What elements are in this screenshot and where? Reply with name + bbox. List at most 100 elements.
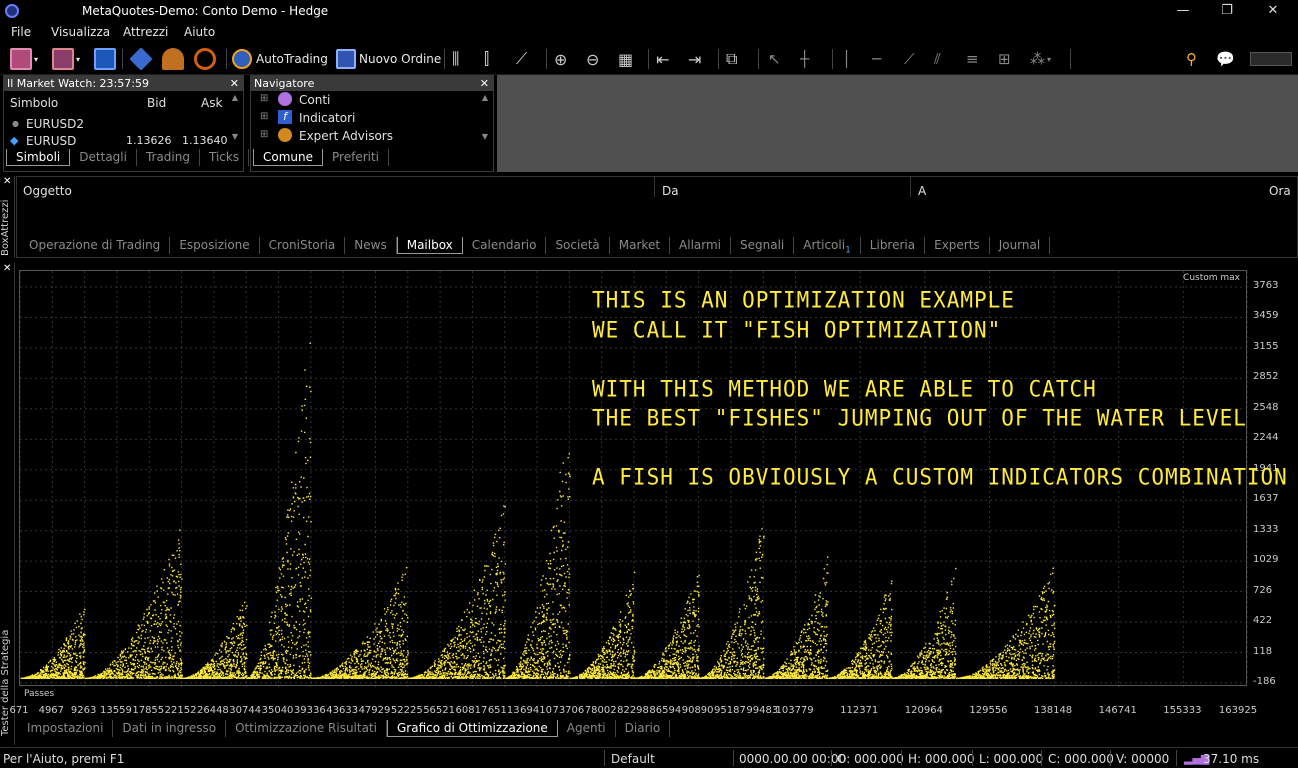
col-symbol[interactable]: Simbolo [10,96,58,110]
x-tick-label: 671 [9,705,29,716]
x-tick-label: 95187 [714,705,746,716]
line-chart-button[interactable]: ⟋ [516,48,527,70]
close-market-watch-icon[interactable]: ✕ [230,76,239,91]
y-tick-label: -186 [1253,676,1276,687]
zoom-in-button[interactable]: ⊕ [554,48,567,70]
close-window-button[interactable]: ✕ [1262,2,1284,20]
col-da[interactable]: Da [662,184,679,198]
templates-button[interactable]: ⧉ [726,48,737,70]
bar-chart-button[interactable]: ⫼ [452,48,459,70]
table-row[interactable]: ● EURUSD2 [4,115,243,134]
tab-segnali[interactable]: Segnali [731,237,795,254]
tab-experts[interactable]: Experts [925,237,990,254]
market-watch-scrollbar[interactable]: ▲ ▼ [230,93,240,149]
tab-calendario[interactable]: Calendario [463,237,547,254]
metaeditor-button[interactable] [129,47,153,71]
x-tick-label: 78002 [584,705,617,716]
col-ask[interactable]: Ask [201,96,222,110]
close-navigator-icon[interactable]: ✕ [480,76,489,91]
fibonacci-button[interactable]: ≡ [966,48,979,70]
signals-button[interactable] [194,48,216,70]
tester-button[interactable] [162,48,184,70]
channel-button[interactable]: ⫽ [934,48,941,70]
candlestick-button[interactable]: ⫿ [484,48,489,70]
market-button[interactable] [94,48,116,70]
restore-button[interactable]: ❐ [1216,2,1238,20]
tab-articoli[interactable]: Articoli1 [794,237,861,255]
indicators-icon: f [278,110,292,124]
y-tick-label: 2244 [1253,432,1279,444]
expand-icon[interactable]: ⊞ [260,111,268,122]
tab-libreria[interactable]: Libreria [861,237,926,254]
tab-impostazioni[interactable]: Impostazioni [18,720,114,737]
col-oggetto[interactable]: Oggetto [23,184,72,198]
navigator-item-experts[interactable]: ⊞ Expert Advisors [251,127,493,145]
trendline-icon: ⟋ [904,50,915,68]
tab-trading[interactable]: Trading [137,149,200,166]
tab-news[interactable]: News [345,237,397,254]
col-a[interactable]: A [918,184,926,198]
navigator-item-indicatori[interactable]: ⊞ f Indicatori [251,109,493,127]
menu-attrezzi[interactable]: Attrezzi [123,25,168,39]
tab-agenti[interactable]: Agenti [558,720,616,737]
menu-visualizza[interactable]: Visualizza [51,25,110,39]
search-input[interactable] [1250,48,1292,70]
tab-allarmi[interactable]: Allarmi [670,237,732,254]
horizontal-line-button[interactable]: ─ [872,48,881,70]
search-button[interactable]: ⚲ [1186,48,1197,70]
x-tick-label: 146741 [1098,705,1137,716]
tab-grafico-ottimizzazione[interactable]: Grafico di Ottimizzazione [386,720,558,737]
text-tool-button[interactable]: ⊞ [998,48,1011,70]
tab-simboli[interactable]: Simboli [6,149,71,166]
tab-operazione[interactable]: Operazione di Trading [20,237,171,254]
tab-cronistoria[interactable]: CroniStoria [260,237,346,254]
status-volume: V: 00000 [1116,752,1170,766]
tab-mailbox[interactable]: Mailbox [396,237,463,254]
overlay-line-1: THIS IS AN OPTIMIZATION EXAMPLE [592,287,1015,313]
close-tester-icon[interactable]: ✕ [3,263,11,274]
scatter-cluster [764,556,829,679]
autoscroll-button[interactable]: ⇤ [656,48,669,70]
tab-esposizione[interactable]: Esposizione [170,237,260,254]
chat-button[interactable]: 💬 [1216,48,1235,70]
col-ora[interactable]: Ora [1269,184,1291,198]
status-profile[interactable]: Default [611,752,655,766]
table-row[interactable]: ◆ EURUSD 1.13626 1.13640 [4,134,243,146]
expand-icon[interactable]: ⊞ [260,93,268,104]
menu-aiuto[interactable]: Aiuto [184,25,215,39]
tab-comune[interactable]: Comune [253,149,324,166]
navigator-item-conti[interactable]: ⊞ Conti [251,91,493,109]
cursor-button[interactable]: ↖ [768,48,781,70]
autotrading-button[interactable]: AutoTrading [232,48,328,70]
crosshair-button[interactable]: ┼ [800,48,809,70]
chart-shift-button[interactable]: ⇥ [688,48,701,70]
status-low: L: 000.000 [979,752,1044,766]
navigator-scrollbar[interactable]: ▲ ▼ [480,93,490,149]
vertical-line-button[interactable]: │ [842,48,851,70]
y-tick-label: 3763 [1253,280,1279,291]
tile-windows-button[interactable]: ▦ [618,48,633,70]
x-tick-label: 103779 [775,705,814,716]
scatter-cluster [827,580,893,679]
shapes-button[interactable]: ⁂ ▾ [1030,48,1051,70]
trendline-button[interactable]: ⟋ [904,48,915,70]
tab-societa[interactable]: Società [546,237,610,254]
close-toolbox-icon[interactable]: ✕ [3,176,11,187]
expand-icon[interactable]: ⊞ [260,129,268,140]
col-bid[interactable]: Bid [147,96,166,110]
new-chart-button[interactable]: ▾ [10,48,38,70]
tab-dettagli[interactable]: Dettagli [70,149,137,166]
minimize-button[interactable]: — [1172,2,1194,20]
tab-dati-ingresso[interactable]: Dati in ingresso [113,720,227,737]
tab-journal[interactable]: Journal [990,237,1051,254]
zoom-out-button[interactable]: ⊖ [586,48,599,70]
tab-diario[interactable]: Diario [616,720,671,737]
new-order-button[interactable]: Nuovo Ordine [336,48,441,70]
x-tick-label: 56521 [423,705,455,716]
menu-file[interactable]: File [11,25,31,39]
tab-preferiti[interactable]: Preferiti [323,149,390,166]
tab-market[interactable]: Market [610,237,671,254]
tab-ottimizzazione-risultati[interactable]: Ottimizzazione Risultati [226,720,387,737]
tab-ticks[interactable]: Ticks [200,149,250,166]
profiles-button[interactable]: ▾ [52,48,80,70]
